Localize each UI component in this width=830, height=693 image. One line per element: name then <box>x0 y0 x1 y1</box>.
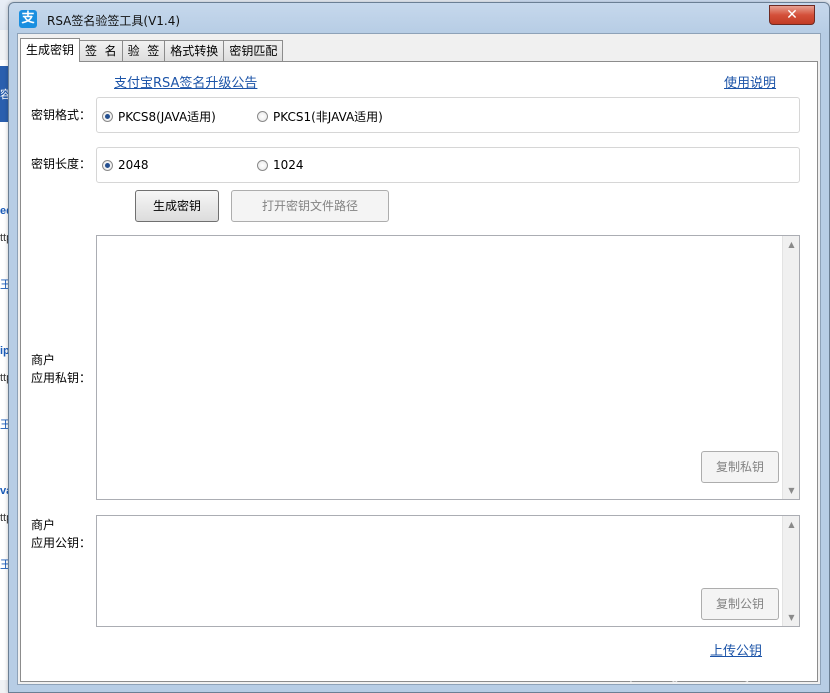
key-length-label: 密钥长度： <box>31 157 92 171</box>
radio-1024-label: 1024 <box>273 158 304 172</box>
window-title: RSA签名验签工具(V1.4) <box>47 14 181 28</box>
radio-pkcs8-label: PKCS8(JAVA适用) <box>118 110 216 124</box>
generate-key-button[interactable]: 生成密钥 <box>135 190 219 222</box>
scroll-down-icon[interactable]: ▼ <box>783 486 800 495</box>
radio-pkcs8[interactable]: PKCS8(JAVA适用) <box>102 108 216 125</box>
radio-pkcs1[interactable]: PKCS1(非JAVA适用) <box>257 108 383 125</box>
help-link[interactable]: 使用说明 <box>724 72 776 91</box>
public-key-scrollbar[interactable]: ▲ ▼ <box>782 516 799 626</box>
tab-key-match[interactable]: 密钥匹配 <box>223 40 284 62</box>
radio-unselected-icon <box>257 111 268 122</box>
radio-selected-icon <box>102 159 113 171</box>
copy-private-key-button[interactable]: 复制私钥 <box>701 451 779 483</box>
radio-1024[interactable]: 1024 <box>257 158 304 172</box>
radio-selected-icon <box>102 111 113 122</box>
private-key-textarea[interactable]: ▲ ▼ 复制私钥 <box>96 235 800 500</box>
generate-key-panel: 支付宝RSA签名升级公告 使用说明 密钥格式： PKCS8(JAVA适用) PK… <box>20 61 818 682</box>
public-key-label-line1: 商户 <box>31 518 56 532</box>
tab-verify[interactable]: 验 签 <box>121 40 166 62</box>
upload-public-key-link[interactable]: 上传公钥 <box>710 640 762 659</box>
public-key-textarea[interactable]: ▲ ▼ 复制公钥 <box>96 515 800 627</box>
private-key-scrollbar[interactable]: ▲ ▼ <box>782 236 799 499</box>
key-length-group: 2048 1024 <box>96 147 800 183</box>
key-format-label: 密钥格式： <box>31 108 92 122</box>
window-client-area: 生成密钥 签 名 验 签 格式转换 密钥匹配 支付宝RSA签名升级公告 使用说明… <box>17 33 821 685</box>
upgrade-notice-link[interactable]: 支付宝RSA签名升级公告 <box>114 72 257 91</box>
radio-2048-label: 2048 <box>118 158 149 172</box>
scroll-down-icon[interactable]: ▼ <box>783 613 800 622</box>
title-bar[interactable]: 支 RSA签名验签工具(V1.4) ✕ <box>9 3 829 33</box>
alipay-icon: 支 <box>19 10 37 28</box>
scroll-up-icon[interactable]: ▲ <box>783 520 800 529</box>
open-key-path-button[interactable]: 打开密钥文件路径 <box>231 190 389 222</box>
tab-generate-key[interactable]: 生成密钥 <box>20 38 81 62</box>
tab-bar: 生成密钥 签 名 验 签 格式转换 密钥匹配 <box>20 38 284 62</box>
radio-unselected-icon <box>257 159 268 171</box>
radio-2048[interactable]: 2048 <box>102 158 149 172</box>
tab-sign[interactable]: 签 名 <box>79 40 123 62</box>
private-key-label-line1: 商户 <box>31 353 56 367</box>
public-key-label-line2: 应用公钥： <box>31 536 92 550</box>
tab-format-convert[interactable]: 格式转换 <box>164 40 225 62</box>
radio-pkcs1-label: PKCS1(非JAVA适用) <box>273 110 383 124</box>
copy-public-key-button[interactable]: 复制公钥 <box>701 588 779 620</box>
watermark-text: https://blog.csdn.net/Gym987 <box>615 668 785 683</box>
rsa-tool-window: 支 RSA签名验签工具(V1.4) ✕ 生成密钥 签 名 验 签 格式转换 密钥… <box>8 2 830 693</box>
private-key-label-line2: 应用私钥： <box>31 371 92 385</box>
scroll-up-icon[interactable]: ▲ <box>783 240 800 249</box>
close-button[interactable]: ✕ <box>769 5 815 25</box>
key-format-group: PKCS8(JAVA适用) PKCS1(非JAVA适用) <box>96 97 800 133</box>
